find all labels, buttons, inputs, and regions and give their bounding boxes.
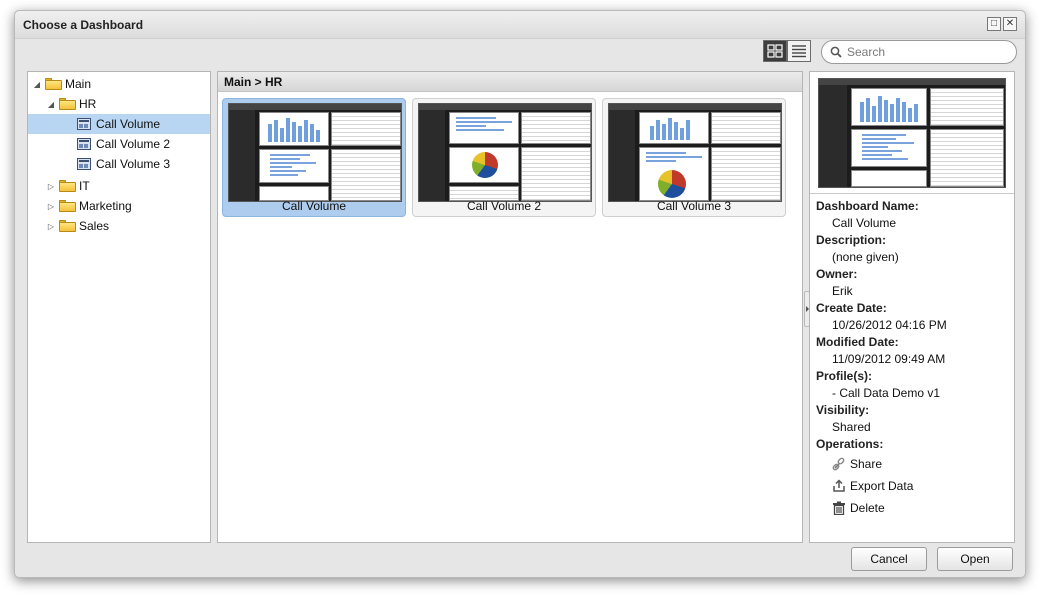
search-icon [830,46,842,58]
profiles-value: - Call Data Demo v1 [832,386,941,400]
folder-icon [59,180,76,192]
tree-node-it[interactable]: ▷ IT [46,176,90,196]
share-label: Share [850,457,883,471]
selected-dashboard-preview [818,78,1006,188]
cancel-button[interactable]: Cancel [851,547,927,571]
dashboard-name-value: Call Volume [832,216,897,230]
tree-node-label: Sales [79,219,110,233]
tree-node-label: Call Volume 2 [96,137,171,151]
operations-label: Operations: [816,437,884,451]
trash-icon [833,501,845,515]
expanded-arrow-icon[interactable]: ◢ [32,80,42,89]
thumbnail-label: Call Volume [281,199,347,213]
thumbnail-label: Call Volume 3 [656,199,732,213]
create-date-label: Create Date: [816,301,887,315]
view-toggle [763,40,811,62]
dashboard-thumbnail[interactable]: Call Volume 2 [412,98,596,217]
modified-date-value: 11/09/2012 09:49 AM [832,352,946,366]
tree-node-marketing[interactable]: ▷ Marketing [46,196,132,216]
folder-icon [59,220,76,232]
dashboard-name-label: Dashboard Name: [816,199,919,213]
expanded-arrow-icon[interactable]: ◢ [46,100,56,109]
delete-operation[interactable]: Delete [816,497,1012,519]
folder-tree: ◢ Main ◢ HR Call Volume Call Volume 2 Ca… [27,71,211,543]
collapsed-arrow-icon[interactable]: ▷ [46,202,56,211]
thumbnail-label: Call Volume 2 [466,199,542,213]
details-panel: Dashboard Name: Call Volume Description:… [809,71,1015,543]
dashboard-thumbnail[interactable]: Call Volume [222,98,406,217]
folder-icon [59,200,76,212]
dashboard-icon [77,138,91,150]
owner-label: Owner: [816,267,858,281]
owner-value: Erik [832,284,853,298]
dashboard-icon [77,118,91,130]
collapsed-arrow-icon[interactable]: ▷ [46,222,56,231]
tree-node-label: Marketing [79,199,132,213]
list-view-icon [792,45,806,58]
dashboard-icon [77,158,91,170]
share-link-icon [832,457,845,471]
tree-node-call-volume[interactable]: Call Volume [28,114,210,134]
tree-node-label: Call Volume 3 [96,157,171,171]
tree-node-hr[interactable]: ◢ HR [46,94,96,114]
modified-date-label: Modified Date: [816,335,899,349]
breadcrumb: Main > HR [218,72,802,92]
tree-node-label: HR [79,97,97,111]
description-label: Description: [816,233,887,247]
folder-open-icon [59,98,76,110]
close-button[interactable]: ✕ [1003,17,1017,31]
share-operation[interactable]: Share [816,453,1012,475]
dialog-footer: Cancel Open [15,541,1025,577]
tree-node-sales[interactable]: ▷ Sales [46,216,109,236]
maximize-button[interactable]: □ [987,17,1001,31]
collapsed-arrow-icon[interactable]: ▷ [46,182,56,191]
dialog-title: Choose a Dashboard [23,18,144,32]
dashboard-thumbnail[interactable]: Call Volume 3 [602,98,786,217]
description-value: (none given) [832,250,899,264]
export-icon [833,479,845,492]
delete-label: Delete [850,501,885,515]
tree-node-main[interactable]: ◢ Main [32,74,91,94]
tree-node-call-volume-2[interactable]: Call Volume 2 [74,134,170,154]
folder-open-icon [45,78,62,90]
tree-node-label: Call Volume [96,117,161,131]
tree-node-call-volume-3[interactable]: Call Volume 3 [74,154,170,174]
search-box[interactable] [821,40,1017,64]
export-data-label: Export Data [850,479,914,493]
list-view-button[interactable] [787,40,811,62]
profiles-label: Profile(s): [816,369,873,383]
toolbar [15,39,1025,71]
dashboard-preview-image [608,103,782,202]
dashboard-preview-image [228,103,402,202]
search-input[interactable] [847,45,1007,59]
grid-view-button[interactable] [763,40,787,62]
title-bar[interactable]: Choose a Dashboard □ ✕ [15,11,1025,39]
dashboard-preview-image [418,103,592,202]
visibility-value: Shared [832,420,871,434]
choose-dashboard-dialog: Choose a Dashboard □ ✕ Search ◢ Main ◢ H… [14,10,1026,578]
create-date-value: 10/26/2012 04:16 PM [832,318,947,332]
grid-view-icon [767,44,783,58]
export-data-operation[interactable]: Export Data [816,475,1012,497]
visibility-label: Visibility: [816,403,870,417]
dashboard-gallery: Main > HR Call Volume Call Volume 2 Call… [217,71,803,543]
tree-node-label: Main [65,77,92,91]
open-button[interactable]: Open [937,547,1013,571]
tree-node-label: IT [79,179,90,193]
